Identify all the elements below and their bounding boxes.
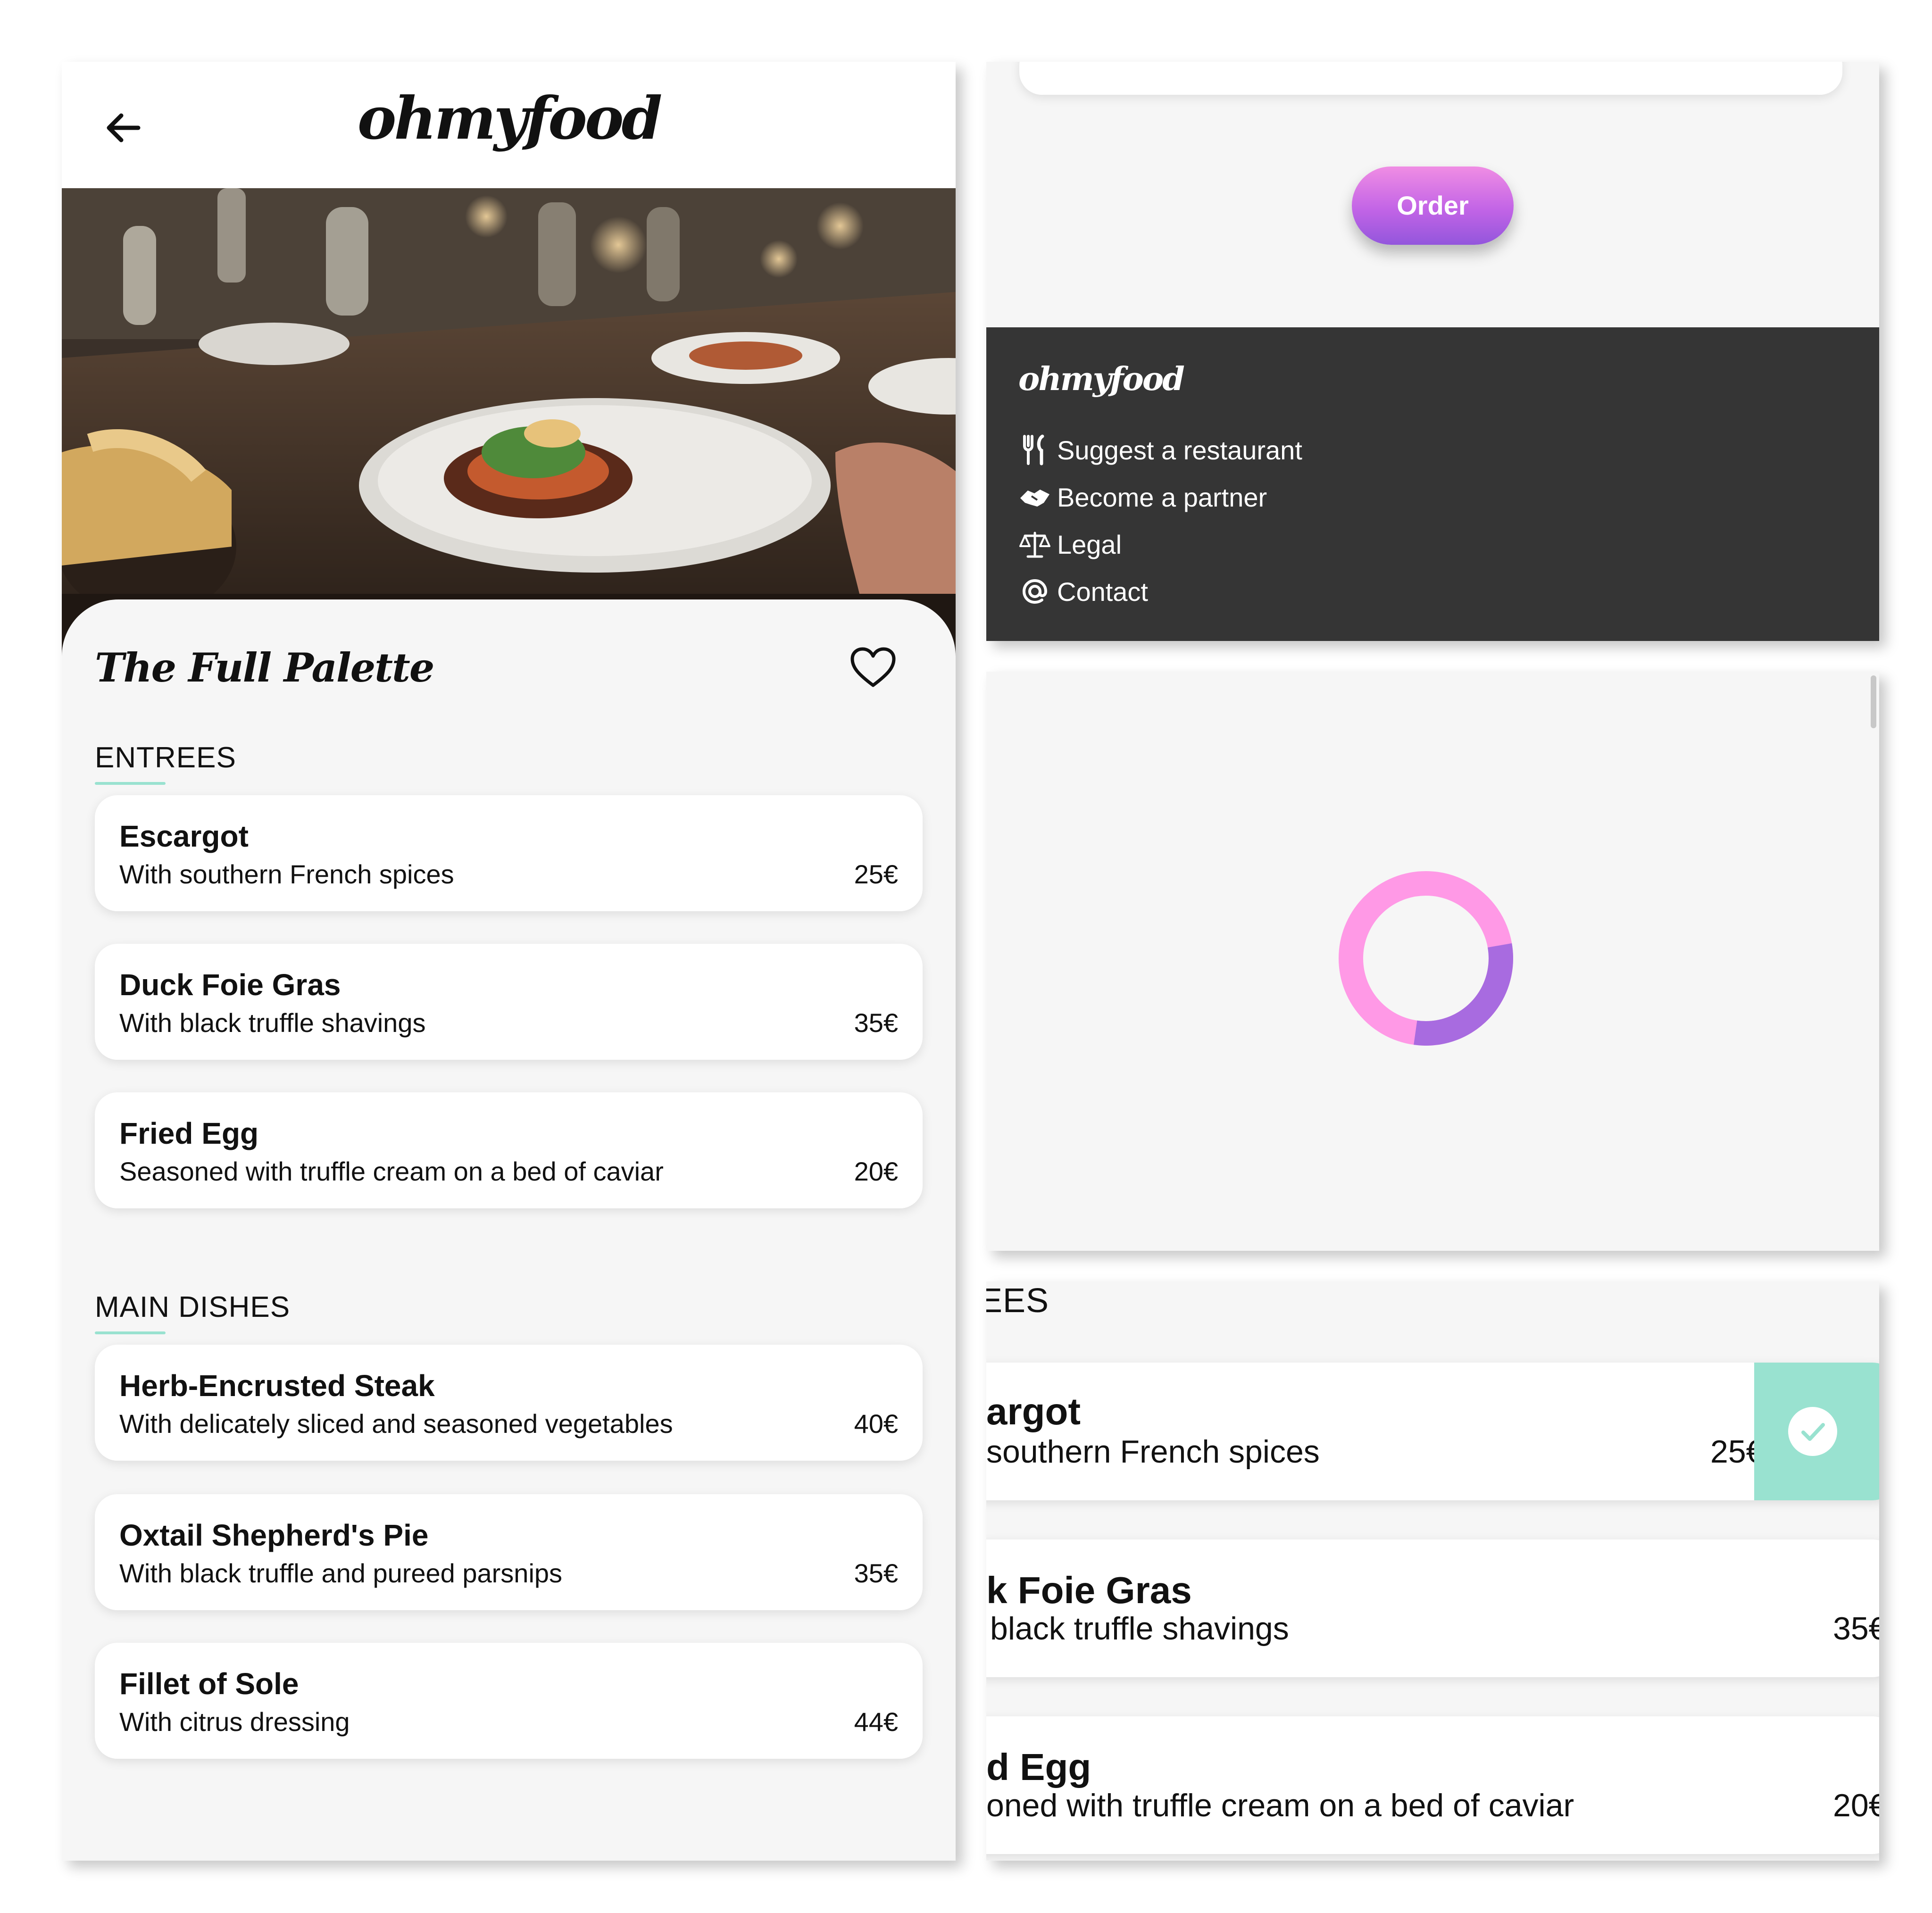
- dish-description: southern French spices: [986, 1434, 1320, 1470]
- footer-link-label: Legal: [1057, 529, 1122, 559]
- dish-name: d Egg: [986, 1746, 1091, 1788]
- section-label-main-dishes: MAIN DISHES: [95, 1291, 291, 1334]
- handshake-icon: [1018, 481, 1051, 514]
- dish-card[interactable]: Duck Foie Gras With black truffle shavin…: [95, 944, 923, 1060]
- dish-price: 35€: [854, 1008, 898, 1038]
- dish-price: 20€: [1833, 1788, 1879, 1823]
- dish-description: black truffle shavings: [990, 1611, 1289, 1647]
- dish-card[interactable]: d Egg oned with truffle cream on a bed o…: [986, 1716, 1879, 1854]
- ohmyfood-logo[interactable]: ohmyfood: [62, 84, 956, 153]
- footer-logo[interactable]: ohmyfood: [1018, 360, 1185, 398]
- section-label-fragment: EES: [986, 1282, 1049, 1320]
- page-header: ohmyfood: [62, 62, 956, 188]
- dish-card-edge: [1019, 62, 1842, 95]
- footer-link-become-partner[interactable]: Become a partner: [1018, 478, 1267, 516]
- dish-price: 44€: [854, 1707, 898, 1737]
- footer-link-label: Contact: [1057, 576, 1148, 607]
- footer-link-suggest-restaurant[interactable]: Suggest a restaurant: [1018, 431, 1302, 469]
- dish-description: With citrus dressing: [119, 1707, 350, 1737]
- menu-sheet: The Full Palette ENTREES Escargot With s…: [62, 599, 956, 1861]
- dish-name: Escargot: [119, 819, 249, 853]
- dish-card[interactable]: Fried Egg Seasoned with truffle cream on…: [95, 1092, 923, 1208]
- dish-description: Seasoned with truffle cream on a bed of …: [119, 1156, 664, 1186]
- footer-link-legal[interactable]: Legal: [1018, 525, 1122, 563]
- order-button[interactable]: Order: [1352, 166, 1514, 245]
- footer-link-contact[interactable]: Contact: [1018, 573, 1148, 610]
- dish-name: argot: [986, 1390, 1081, 1432]
- dish-description: oned with truffle cream on a bed of cavi…: [986, 1788, 1574, 1823]
- dish-name: Oxtail Shepherd's Pie: [119, 1518, 429, 1552]
- dish-card[interactable]: Fillet of Sole With citrus dressing 44€: [95, 1643, 923, 1759]
- dish-price: 35€: [854, 1558, 898, 1588]
- dish-name: k Foie Gras: [986, 1569, 1192, 1611]
- dish-description: With black truffle and pureed parsnips: [119, 1558, 563, 1588]
- dish-card-selected[interactable]: argot southern French spices 25€: [986, 1363, 1879, 1500]
- restaurant-name: The Full Palette: [95, 644, 434, 691]
- favorite-heart-icon[interactable]: [849, 647, 897, 689]
- restaurant-hero-image: [62, 188, 956, 669]
- selected-indicator[interactable]: [1754, 1363, 1879, 1500]
- dish-name: Fried Egg: [119, 1116, 259, 1150]
- at-icon: [1018, 575, 1051, 608]
- dish-price: 25€: [854, 859, 898, 889]
- section-label-entrees: ENTREES: [95, 741, 236, 785]
- footer-link-label: Become a partner: [1057, 482, 1267, 512]
- dish-card[interactable]: Oxtail Shepherd's Pie With black truffle…: [95, 1494, 923, 1610]
- swipe-selection-screen: EES argot southern French spices 25€ k F…: [986, 1281, 1879, 1861]
- dish-name: Herb-Encrusted Steak: [119, 1369, 435, 1403]
- scale-icon: [1018, 528, 1051, 561]
- utensils-icon: [1018, 433, 1051, 466]
- dish-description: With southern French spices: [119, 859, 454, 889]
- check-icon: [1788, 1407, 1837, 1456]
- loading-spinner: [1339, 871, 1513, 1046]
- dish-card[interactable]: k Foie Gras black truffle shavings 35€: [986, 1539, 1879, 1677]
- dish-price: 40€: [854, 1409, 898, 1439]
- dish-card[interactable]: Escargot With southern French spices 25€: [95, 795, 923, 911]
- loading-screen: [986, 672, 1879, 1251]
- dish-description: With black truffle shavings: [119, 1008, 426, 1038]
- order-footer-screen: Order ohmyfood Suggest a restaurant Beco…: [986, 62, 1879, 641]
- dish-name: Fillet of Sole: [119, 1667, 299, 1701]
- site-footer: ohmyfood Suggest a restaurant Become a p…: [986, 327, 1879, 641]
- scrollbar-thumb[interactable]: [1871, 675, 1876, 728]
- restaurant-menu-screen: ohmyfood The Full Palette ENTREES Escarg…: [62, 62, 956, 1861]
- dish-card[interactable]: Herb-Encrusted Steak With delicately sli…: [95, 1345, 923, 1461]
- dish-price: 20€: [854, 1156, 898, 1186]
- dish-price: 35€: [1833, 1611, 1879, 1647]
- dish-name: Duck Foie Gras: [119, 968, 341, 1002]
- footer-link-label: Suggest a restaurant: [1057, 435, 1302, 465]
- dish-description: With delicately sliced and seasoned vege…: [119, 1409, 673, 1439]
